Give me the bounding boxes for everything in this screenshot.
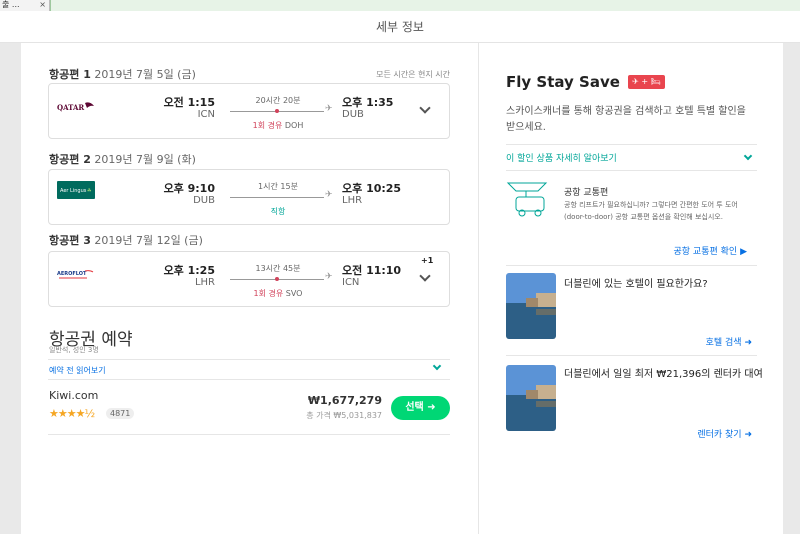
car-rental-promo-title: 더블린에서 일일 최저 ₩21,396의 렌터카 대여 [564, 369, 763, 380]
flight-duration: 20시간 20분 [255, 96, 301, 105]
divider [48, 434, 450, 435]
divider [506, 355, 757, 356]
airport-transfer-link[interactable]: 공항 교통편 확인 ▶ [674, 244, 747, 257]
svg-text:Aer Lingus: Aer Lingus [60, 188, 87, 194]
chevron-down-icon[interactable] [743, 151, 753, 161]
browser-tab-active[interactable] [50, 0, 800, 11]
browser-tab-strip: 출 ... × [0, 0, 800, 11]
arrow-right-icon: ➜ [744, 338, 752, 348]
dublin-car-rental-image [506, 365, 556, 431]
departure-airport: DUB [193, 195, 215, 206]
departure-time: 오후 9:10 [163, 182, 215, 195]
svg-text:QATAR: QATAR [57, 103, 84, 112]
browser-tab[interactable]: 출 ... × [0, 0, 50, 11]
stops-info: 1회 경유 SVO [253, 289, 303, 298]
chevron-down-icon[interactable] [432, 361, 442, 371]
airport-transfer-title: 공항 교통편 [564, 188, 609, 198]
svg-text:AEROFLOT: AEROFLOT [57, 271, 87, 277]
leg-date: 2019년 7월 9일 (화) [94, 153, 196, 166]
review-count-badge: 4871 [106, 408, 135, 419]
leg-label: 항공편 2 [49, 153, 91, 166]
arrival-airport: ICN [342, 277, 360, 288]
stop-dot [275, 109, 279, 113]
next-day-indicator: +1 [421, 256, 434, 265]
arrow-right-icon: ➜ [427, 402, 436, 413]
departure-airport: ICN [197, 109, 215, 120]
deal-details-link[interactable]: 이 할인 상품 자세히 알아보기 [506, 151, 617, 164]
fly-stay-save-title: Fly Stay Save [506, 73, 620, 91]
departure-time: 오전 1:15 [163, 96, 215, 109]
hotel-promo-title: 더블린에 있는 호텔이 필요한가요? [564, 279, 708, 290]
modal-title: 세부 정보 [376, 20, 424, 34]
chevron-down-icon[interactable] [419, 270, 431, 282]
plane-icon: ✈ [325, 272, 333, 282]
read-before-booking-link[interactable]: 예약 전 읽어보기 [49, 365, 106, 376]
rating-stars-icon: ★★★★½ [49, 407, 95, 420]
divider [48, 379, 450, 380]
aer-lingus-logo: Aer Lingus ☘ [57, 181, 95, 199]
stops-info: 1회 경유 DOH [252, 121, 304, 130]
svg-text:☘: ☘ [87, 188, 92, 194]
plane-icon: ✈ [325, 190, 333, 200]
select-button[interactable]: 선택 ➜ [391, 396, 450, 420]
airport-transfer-icon [506, 182, 548, 217]
leg-card-2[interactable]: Aer Lingus ☘ 오후 9:10 DUB 1시간 15분 ✈ 직항 오후… [48, 169, 450, 225]
modal-body: 항공편 1 2019년 7월 5일 (금) 모든 시간은 현지 시간 QATAR… [21, 43, 783, 534]
hotel-search-link[interactable]: 호텔 검색 ➜ [706, 335, 752, 348]
plane-icon: ✈ [325, 104, 333, 114]
qatar-logo: QATAR [57, 102, 94, 112]
leg-label: 항공편 3 [49, 234, 91, 247]
aeroflot-logo: AEROFLOT [57, 270, 94, 279]
divider [48, 359, 450, 360]
departure-time: 오후 1:25 [163, 264, 215, 277]
modal-header: 세부 정보 [0, 11, 800, 43]
airport-transfer-description: 공항 리프트가 필요하십니까? 그렇다면 간편한 도어 투 도어(door-to… [564, 201, 738, 221]
browser-tab-title: 출 ... [2, 0, 20, 9]
divider [506, 144, 757, 145]
divider [506, 170, 757, 171]
leg-label: 항공편 1 [49, 68, 91, 81]
dublin-hotel-image [506, 273, 556, 339]
total-price: 총 가격 ₩5,031,837 [306, 411, 382, 420]
route-line [230, 197, 324, 198]
leg-date: 2019년 7월 12일 (금) [94, 234, 203, 247]
leg-header-1: 항공편 1 2019년 7월 5일 (금) [49, 66, 196, 82]
select-button-label: 선택 [405, 402, 424, 413]
leg-card-1[interactable]: QATAR 오전 1:15 ICN 20시간 20분 ✈ 1회 경유 DOH 오… [48, 83, 450, 139]
flight-duration: 13시간 45분 [255, 264, 301, 273]
fly-stay-save-description: 스카이스캐너를 통해 항공권을 검색하고 호텔 특별 할인을 받으세요. [506, 106, 746, 133]
price: ₩1,677,279 [307, 394, 382, 407]
departure-airport: LHR [194, 277, 215, 288]
column-divider [478, 43, 479, 534]
arrow-right-icon: ➜ [744, 430, 752, 440]
arrival-time: 오후 10:25 [342, 182, 402, 195]
plane-bed-badge-icon: ✈ + 🛏 [628, 75, 665, 89]
divider [506, 265, 757, 266]
tab-close-icon[interactable]: × [39, 0, 46, 10]
arrival-airport: DUB [342, 109, 364, 120]
leg-date: 2019년 7월 5일 (금) [94, 68, 196, 81]
arrival-time: 오후 1:35 [342, 96, 394, 109]
local-time-note: 모든 시간은 현지 시간 [376, 70, 450, 79]
chevron-down-icon[interactable] [419, 102, 431, 114]
arrival-airport: LHR [342, 195, 363, 206]
stop-dot [275, 277, 279, 281]
leg-header-3: 항공편 3 2019년 7월 12일 (금) [49, 232, 203, 248]
leg-header-2: 항공편 2 2019년 7월 9일 (화) [49, 151, 196, 167]
flight-duration: 1시간 15분 [258, 182, 298, 191]
leg-card-3[interactable]: AEROFLOT 오후 1:25 LHR 13시간 45분 ✈ 1회 경유 SV… [48, 251, 450, 307]
chevron-right-icon: ▶ [740, 247, 747, 257]
stops-info: 직항 [270, 207, 286, 216]
arrival-time: 오전 11:10 [342, 264, 402, 277]
car-rental-link[interactable]: 렌터카 찾기 ➜ [697, 427, 752, 440]
provider-name: Kiwi.com [49, 389, 99, 402]
booking-subtitle: 일반석, 성인 3명 [49, 346, 99, 354]
